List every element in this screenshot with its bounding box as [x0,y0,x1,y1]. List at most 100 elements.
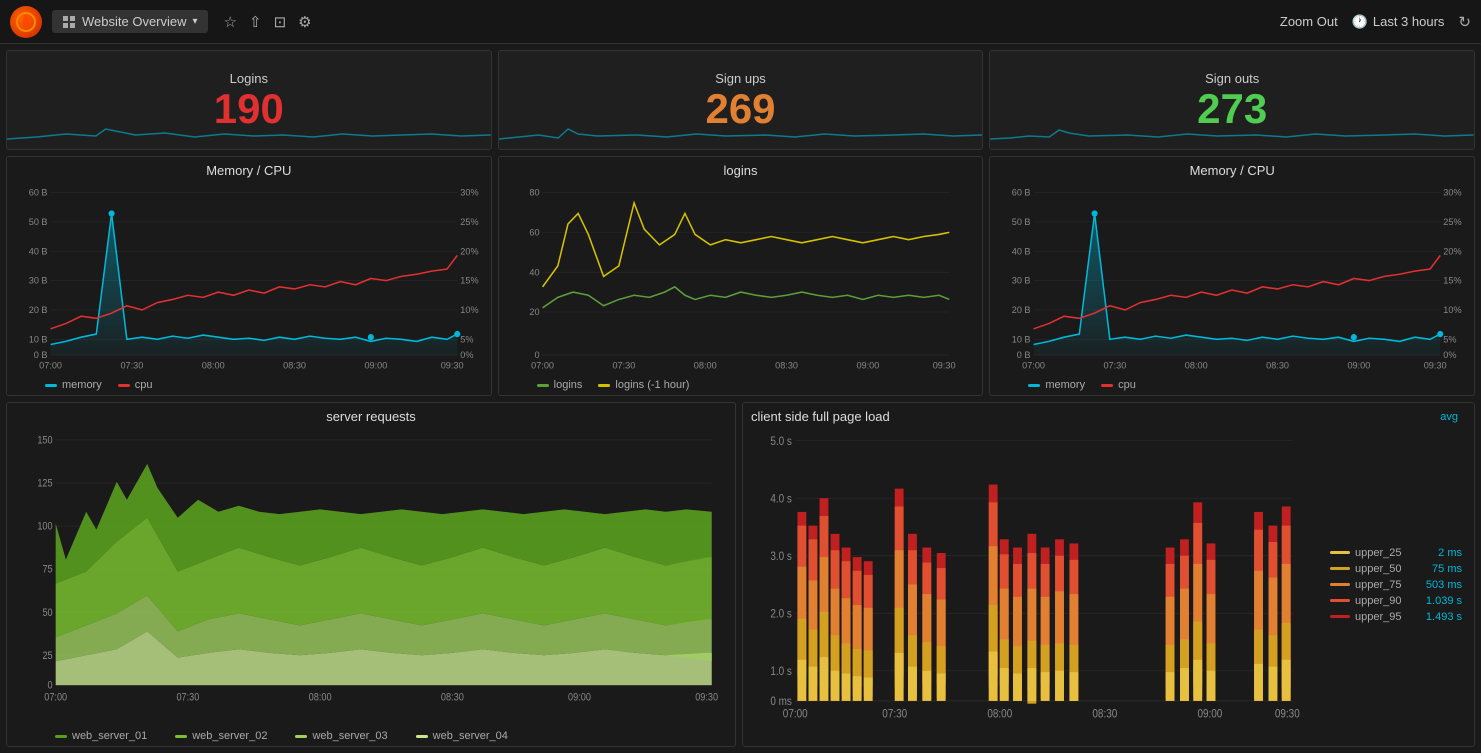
svg-text:30 B: 30 B [29,276,48,286]
ws03-dot [295,735,307,738]
legend-logins: logins [537,379,583,391]
cpu-r-dot [1101,384,1113,387]
svg-text:09:00: 09:00 [364,361,387,371]
svg-text:40 B: 40 B [29,246,48,256]
svg-text:20 B: 20 B [29,305,48,315]
client-legend: upper_25 2 ms upper_50 75 ms [1326,427,1466,742]
logins-chart-title: logins [507,163,975,178]
grid-icon [62,15,76,29]
ws04-label: web_server_04 [433,730,508,742]
zoom-out-button[interactable]: Zoom Out [1280,14,1338,29]
save-icon[interactable]: ⊡ [274,13,287,31]
svg-text:150: 150 [37,435,53,447]
legend-upper75: upper_75 503 ms [1330,579,1462,591]
svg-text:09:00: 09:00 [1197,707,1222,720]
logins-chart-panel: logins 80 60 40 20 0 07:00 07:30 08:00 [498,156,984,396]
client-chart-area: 5.0 s 4.0 s 3.0 s 2.0 s 1.0 s 0 ms 07:00… [751,427,1326,742]
legend-memory: memory [45,379,102,391]
svg-text:50 B: 50 B [1012,217,1031,227]
logins-1hr-label: logins (-1 hour) [615,379,689,391]
logins-card: Logins 190 [6,50,492,150]
server-requests-panel: server requests 150 125 100 75 50 25 [6,402,736,747]
u25-value: 2 ms [1438,547,1462,559]
u75-dot [1330,583,1350,586]
memory-r-label: memory [1045,379,1085,391]
u50-label: upper_50 [1355,563,1402,575]
time-range[interactable]: 🕐 Last 3 hours [1352,14,1445,30]
svg-text:07:00: 07:00 [1022,361,1045,371]
cpu-r-label: cpu [1118,379,1136,391]
svg-text:0%: 0% [1444,350,1457,360]
client-title: client side full page load [751,409,890,424]
gear-icon[interactable]: ⚙ [298,13,311,31]
legend-ws01: web_server_01 [55,730,147,742]
memory-r-dot [1028,384,1040,387]
svg-text:125: 125 [37,478,53,490]
memory-legend-label: memory [62,379,102,391]
logins-1hr-dot [598,384,610,387]
u95-value: 1.493 s [1426,611,1462,623]
svg-text:30 B: 30 B [1012,276,1031,286]
legend-upper25: upper_25 2 ms [1330,547,1462,559]
avg-label: avg [1440,411,1458,423]
svg-text:5%: 5% [460,334,473,344]
chevron-down-icon: ▾ [193,16,198,27]
memory-cpu-left-panel: Memory / CPU 60 B 50 B 40 B 30 B 20 [6,156,492,396]
u90-dot [1330,599,1350,602]
u25-label: upper_25 [1355,547,1402,559]
svg-text:07:30: 07:30 [882,707,907,720]
svg-text:08:00: 08:00 [309,692,332,704]
time-range-label: Last 3 hours [1373,14,1445,29]
signouts-card: Sign outs 273 [989,50,1475,150]
ws02-dot [175,735,187,738]
server-requests-legend: web_server_01 web_server_02 web_server_0… [15,727,727,742]
u95-dot [1330,615,1350,618]
memory-cpu-left-legend: memory cpu [15,376,483,391]
svg-text:25%: 25% [1444,217,1462,227]
refresh-icon[interactable]: ↻ [1458,13,1471,31]
svg-text:50: 50 [42,607,53,619]
svg-text:09:30: 09:30 [1424,361,1447,371]
stat-cards-row: Logins 190 Sign ups 269 Sign outs 273 [6,50,1475,150]
svg-text:75: 75 [42,564,53,576]
svg-text:20%: 20% [1444,246,1462,256]
chart-row3: server requests 150 125 100 75 50 25 [6,402,1475,747]
dashboard-title-button[interactable]: Website Overview ▾ [52,10,208,33]
svg-text:09:30: 09:30 [932,361,955,371]
u50-dot [1330,567,1350,570]
topbar-icons: ☆ ⇧ ⊡ ⚙ [224,13,312,31]
svg-text:09:30: 09:30 [1275,707,1300,720]
svg-text:0: 0 [48,680,53,692]
share-icon[interactable]: ⇧ [249,13,262,31]
logins-value: 190 [214,88,284,130]
svg-text:30%: 30% [460,188,478,198]
ws04-dot [416,735,428,738]
svg-text:0 ms: 0 ms [770,695,792,708]
client-page-load-panel: client side full page load avg 5.0 s 4.0… [742,402,1475,747]
svg-text:80: 80 [529,188,539,198]
app-logo[interactable] [10,6,42,38]
svg-text:10 B: 10 B [1012,334,1031,344]
u75-label: upper_75 [1355,579,1402,591]
svg-text:60 B: 60 B [29,188,48,198]
svg-text:4.0 s: 4.0 s [770,492,792,505]
svg-text:100: 100 [37,521,53,533]
svg-text:10%: 10% [460,305,478,315]
memory-cpu-right-panel: Memory / CPU 60 B 50 B 40 B 30 B 20 B 10… [989,156,1475,396]
svg-text:20 B: 20 B [1012,305,1031,315]
svg-text:08:30: 08:30 [775,361,798,371]
server-requests-title: server requests [15,409,727,424]
star-icon[interactable]: ☆ [224,13,237,31]
legend-upper50: upper_50 75 ms [1330,563,1462,575]
signups-card: Sign ups 269 [498,50,984,150]
ws03-label: web_server_03 [312,730,387,742]
svg-text:25: 25 [42,650,53,662]
svg-text:0 B: 0 B [34,350,48,360]
memory-cpu-left-chart: 60 B 50 B 40 B 30 B 20 B 10 B 0 B 30% 25… [15,182,483,376]
svg-text:07:00: 07:00 [783,707,808,720]
logins-label: logins [554,379,583,391]
u90-value: 1.039 s [1426,595,1462,607]
svg-text:5%: 5% [1444,334,1457,344]
svg-text:60: 60 [529,227,539,237]
logins-dot [537,384,549,387]
